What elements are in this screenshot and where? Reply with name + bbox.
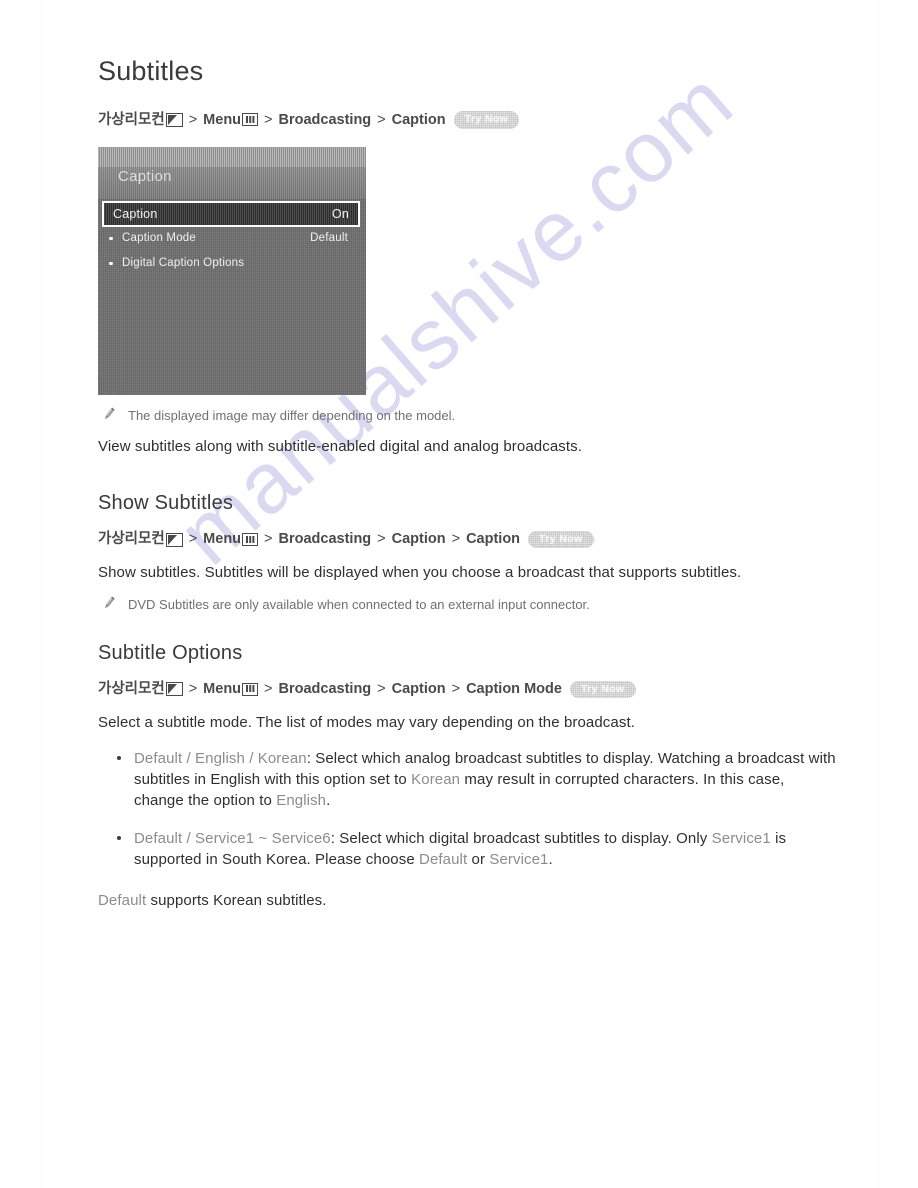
- breadcrumb-item-caption[interactable]: Caption: [392, 682, 446, 697]
- bullet-icon: [117, 755, 121, 760]
- note-text: DVD Subtitles are only available when co…: [128, 597, 590, 613]
- breadcrumb-item-virtual-remote[interactable]: 가상리모컨: [98, 682, 165, 697]
- tv-row-digital-caption-options[interactable]: Digital Caption Options: [109, 256, 348, 269]
- bullet-icon: [109, 236, 113, 240]
- breadcrumb-item-virtual-remote[interactable]: 가상리모컨: [98, 532, 165, 547]
- tv-row-label: Caption Mode: [122, 231, 196, 244]
- subtitles-body-text: View subtitles along with subtitle-enabl…: [98, 438, 582, 456]
- breadcrumb-subtitles: 가상리모컨 > Menu > Broadcasting > Caption Tr…: [98, 111, 838, 129]
- option-text: or: [467, 851, 490, 869]
- document-page: manualshive.com Subtitles 가상리모컨 > Menu >…: [0, 0, 918, 1188]
- document-content: Subtitles 가상리모컨 > Menu > Broadcasting > …: [98, 0, 838, 912]
- option-keyword: English: [276, 792, 327, 810]
- breadcrumb-item-menu[interactable]: Menu: [203, 682, 241, 697]
- breadcrumb-item-broadcasting[interactable]: Broadcasting: [279, 112, 372, 128]
- subtitle-options-body-text: Select a subtitle mode. The list of mode…: [98, 714, 635, 732]
- tv-menu-screenshot: Caption Caption On Caption Mode Default …: [98, 146, 366, 395]
- bullet-icon: [109, 261, 113, 265]
- virtual-remote-icon: [165, 682, 183, 697]
- tv-row-label: Digital Caption Options: [122, 256, 245, 269]
- breadcrumb-separator: >: [188, 111, 198, 128]
- breadcrumb-separator: >: [264, 681, 273, 698]
- page-edge-left: [0, 0, 41, 1188]
- breadcrumb-separator: >: [377, 681, 386, 698]
- pencil-icon: [98, 596, 128, 612]
- bullet-icon: [117, 835, 121, 840]
- note-text: The displayed image may differ depending…: [128, 407, 456, 423]
- breadcrumb-item-caption[interactable]: Caption: [392, 532, 446, 547]
- virtual-remote-icon: [165, 532, 183, 547]
- breadcrumb-item-menu[interactable]: Menu: [203, 532, 241, 547]
- breadcrumb-item-caption-mode[interactable]: Caption Mode: [466, 682, 562, 697]
- note-image-differs: The displayed image may differ depending…: [98, 406, 838, 425]
- footer-text: supports Korean subtitles.: [146, 892, 327, 910]
- breadcrumb-item-menu[interactable]: Menu: [203, 112, 241, 128]
- option-text: .: [548, 851, 553, 869]
- note-dvd-subtitles: DVD Subtitles are only available when co…: [98, 596, 838, 614]
- tv-row-caption-mode[interactable]: Caption Mode Default: [109, 231, 348, 244]
- option-text: : Select which digital broadcast subtitl…: [330, 829, 712, 847]
- list-item: Default / Service1 ~ Service6: Select wh…: [117, 828, 838, 871]
- tv-row-label: Caption: [113, 206, 158, 221]
- tv-top-band: [98, 146, 366, 167]
- list-item: Default / English / Korean: Select which…: [117, 748, 838, 812]
- tv-row-value: Default: [310, 231, 348, 244]
- section-title-subtitle-options: Subtitle Options: [98, 641, 243, 664]
- pencil-icon: [98, 406, 128, 423]
- try-now-badge[interactable]: Try Now: [453, 111, 520, 129]
- option-keyword: Default / Service1 ~ Service6: [134, 829, 331, 847]
- tv-row-caption-selected[interactable]: Caption On: [102, 200, 360, 227]
- virtual-remote-icon: [165, 112, 183, 127]
- breadcrumb-separator: >: [451, 531, 461, 548]
- breadcrumb-separator: >: [264, 111, 273, 128]
- menu-icon: [242, 113, 259, 127]
- breadcrumb-separator: >: [264, 531, 273, 548]
- try-now-badge[interactable]: Try Now: [569, 680, 636, 699]
- footer-keyword: Default: [98, 892, 147, 910]
- breadcrumb-item-caption[interactable]: Caption: [392, 112, 446, 128]
- option-text: .: [326, 792, 331, 810]
- breadcrumb-item-broadcasting[interactable]: Broadcasting: [279, 682, 372, 697]
- try-now-badge[interactable]: Try Now: [528, 530, 594, 549]
- breadcrumb-separator: >: [451, 681, 461, 698]
- breadcrumb-item-caption-2[interactable]: Caption: [466, 532, 520, 547]
- breadcrumb-separator: >: [377, 531, 386, 548]
- breadcrumb-show-subtitles: 가상리모컨 > Menu > Broadcasting > Caption > …: [98, 530, 838, 549]
- breadcrumb-separator: >: [188, 531, 198, 548]
- subtitle-options-list: Default / English / Korean : Select which…: [98, 748, 838, 870]
- breadcrumb-item-virtual-remote[interactable]: 가상리모컨: [98, 112, 165, 128]
- option-keyword: Default: [419, 851, 468, 869]
- menu-icon: [242, 682, 259, 696]
- page-edge-right: [879, 0, 918, 1188]
- breadcrumb-item-broadcasting[interactable]: Broadcasting: [279, 532, 372, 547]
- page-title: Subtitles: [98, 56, 204, 86]
- breadcrumb-subtitle-options: 가상리모컨 > Menu > Broadcasting > Caption > …: [98, 680, 838, 699]
- option-keyword: Service1: [489, 851, 549, 869]
- tv-header-title: Caption: [118, 167, 172, 185]
- option-keyword: Korean: [411, 771, 461, 789]
- breadcrumb-separator: >: [377, 111, 386, 128]
- subtitle-options-footer: Default supports Korean subtitles.: [98, 890, 838, 912]
- option-keyword: Service1: [711, 829, 771, 847]
- option-keyword: Default / English / Korean: [134, 749, 307, 767]
- show-subtitles-body-text: Show subtitles. Subtitles will be displa…: [98, 564, 742, 582]
- breadcrumb-separator: >: [188, 681, 198, 698]
- menu-icon: [242, 533, 259, 547]
- tv-row-value: On: [331, 206, 349, 221]
- section-title-show-subtitles: Show Subtitles: [98, 491, 234, 514]
